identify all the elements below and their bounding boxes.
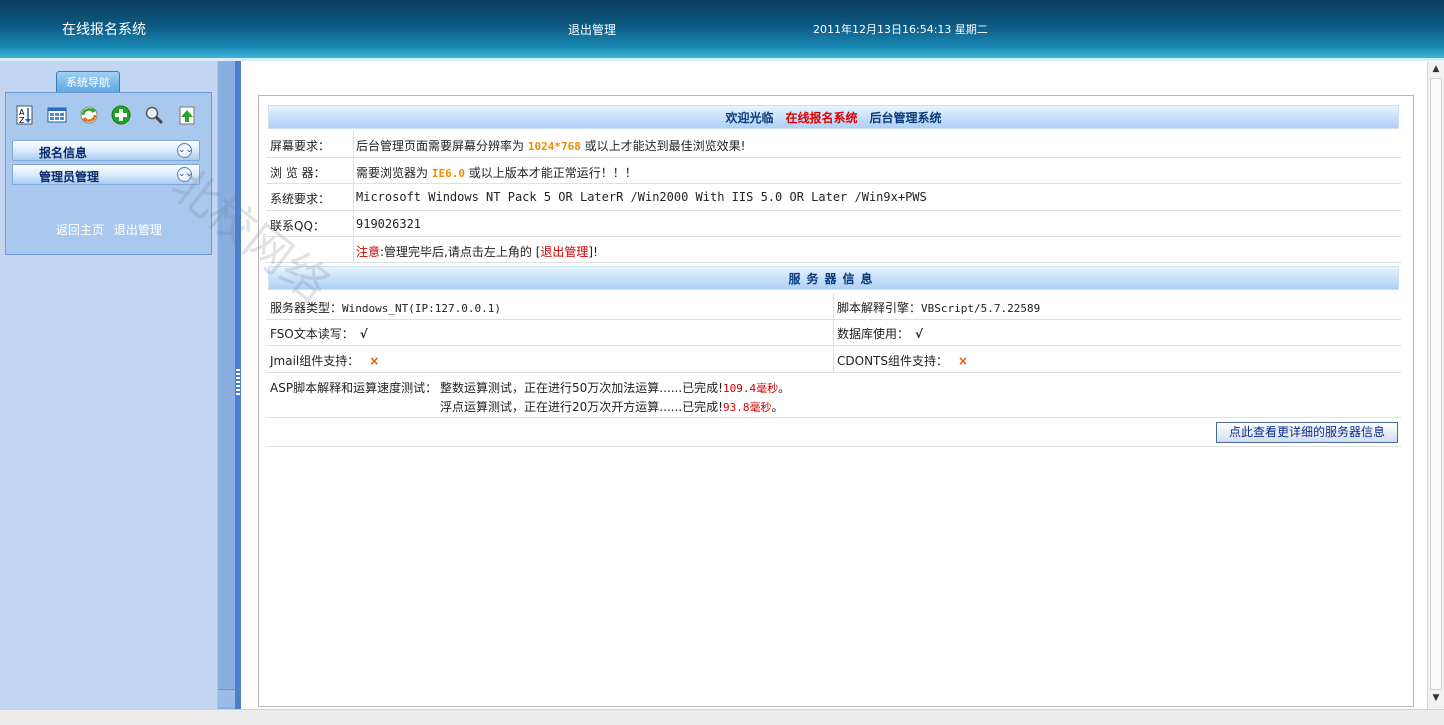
status-bar <box>0 709 1444 725</box>
note-row: 注意:管理完毕后,请点击左上角的 [退出管理]! <box>266 237 1401 263</box>
check-icon: √ <box>915 327 924 341</box>
db-label: 数据库使用： <box>837 327 910 341</box>
float-test: 浮点运算测试，正在进行20万次开方运算......已完成!93.8毫秒。 <box>440 398 783 415</box>
sidebar-links: 返回主页 退出管理 <box>56 221 168 238</box>
db-support: 数据库使用： √ <box>837 325 923 342</box>
system-label: 系统要求： <box>270 192 331 206</box>
menu-admin-manage-label: 管理员管理 <box>39 170 100 184</box>
menu-signup-info-label: 报名信息 <box>39 146 88 160</box>
cross-icon: × <box>369 354 380 368</box>
float-test-text: 浮点运算测试，正在进行20万次开方运算......已完成! <box>440 400 723 414</box>
int-test: 整数运算测试，正在进行50万次加法运算......已完成!109.4毫秒。 <box>440 379 790 396</box>
server-caption: 服务器信息 <box>268 266 1399 290</box>
system-value: Microsoft Windows NT Pack 5 OR LaterR /W… <box>356 190 927 204</box>
sidebar-scroll-strip[interactable] <box>217 61 236 709</box>
app-title: 在线报名系统 <box>62 22 146 38</box>
int-test-time: 109.4毫秒 <box>722 382 779 395</box>
svg-text:Z: Z <box>19 116 25 125</box>
chevron-down-icon[interactable]: ⌄⌄ <box>177 167 193 182</box>
fso-label: FSO文本读写： <box>270 327 354 341</box>
browser-row: 浏 览 器： 需要浏览器为 IE6.0 或以上版本才能正常运行！！！ <box>266 158 1401 184</box>
jmail-support: Jmail组件支持： × <box>270 352 379 369</box>
qq-value: 919026321 <box>356 217 422 231</box>
nav-toolbar: AZ <box>10 104 200 130</box>
script-engine: 脚本解释引擎：VBScript/5.7.22589 <box>837 299 1040 316</box>
screen-post: 或以上才能达到最佳浏览效果! <box>584 139 746 153</box>
server-type: 服务器类型：Windows_NT(IP:127.0.0.1) <box>270 299 501 316</box>
main-scrollbar[interactable]: ▲ ▼ <box>1427 61 1444 709</box>
header-datetime: 2011年12月13日16:54:13 星期二 <box>813 23 988 36</box>
float-test-period: 。 <box>771 400 784 414</box>
cdonts-label: CDONTS组件支持： <box>837 354 948 368</box>
scroll-down-icon[interactable]: ▼ <box>1431 693 1441 703</box>
int-test-text: 整数运算测试，正在进行50万次加法运算......已完成! <box>440 381 723 395</box>
sidebar-scroll-cap[interactable] <box>218 689 236 707</box>
welcome-system: 在线报名系统 <box>785 111 858 125</box>
screen-label: 屏幕要求： <box>270 139 331 153</box>
screen-row: 屏幕要求： 后台管理页面需要屏幕分辨率为 1024*768 或以上才能达到最佳浏… <box>266 131 1401 158</box>
float-test-time: 93.8毫秒 <box>722 401 772 414</box>
server-column-divider <box>833 293 834 373</box>
refresh-icon[interactable] <box>78 104 100 126</box>
qq-label: 联系QQ： <box>270 219 325 233</box>
browser-post: 或以上版本才能正常运行！！！ <box>468 166 637 180</box>
search-icon[interactable] <box>143 104 165 126</box>
grid-icon[interactable] <box>46 104 68 126</box>
cross-icon: × <box>958 354 969 368</box>
screen-value: 后台管理页面需要屏幕分辨率为 1024*768 或以上才能达到最佳浏览效果! <box>356 137 745 154</box>
scroll-up-icon[interactable]: ▲ <box>1431 64 1441 74</box>
top-header: 在线报名系统 退出管理 2011年12月13日16:54:13 星期二 <box>0 0 1444 58</box>
welcome-suffix: 后台管理系统 <box>869 111 942 125</box>
script-engine-label: 脚本解释引擎： <box>837 301 922 315</box>
browser-pre: 需要浏览器为 <box>356 166 429 180</box>
server-type-value: Windows_NT(IP:127.0.0.1) <box>342 302 501 315</box>
splitter-grip[interactable] <box>236 369 240 397</box>
note-post: ]! <box>588 245 598 259</box>
server-detail-button[interactable]: 点此查看更详细的服务器信息 <box>1216 422 1398 443</box>
note-label: 注意 <box>356 245 381 259</box>
info-column-divider <box>353 131 354 263</box>
note-pre: :管理完毕后,请点击左上角的 [ <box>380 245 541 259</box>
nav-tab[interactable]: 系统导航 <box>56 71 120 93</box>
jmail-label: Jmail组件支持： <box>270 354 360 368</box>
sidebar-logout-link[interactable]: 退出管理 <box>114 223 162 237</box>
home-link[interactable]: 返回主页 <box>56 223 104 237</box>
welcome-caption: 欢迎光临 在线报名系统 后台管理系统 <box>268 105 1399 129</box>
menu-signup-info[interactable]: 报名信息 ⌄⌄ <box>12 140 200 161</box>
add-icon[interactable] <box>110 104 132 126</box>
server-type-label: 服务器类型： <box>270 301 343 315</box>
browser-value: 需要浏览器为 IE6.0 或以上版本才能正常运行！！！ <box>356 164 637 181</box>
qq-row: 联系QQ： 919026321 <box>266 211 1401 237</box>
browser-version: IE6.0 <box>431 167 465 180</box>
browser-label: 浏 览 器： <box>270 166 326 180</box>
header-logout-link[interactable]: 退出管理 <box>568 21 616 38</box>
screen-resolution: 1024*768 <box>527 140 581 153</box>
fso-support: FSO文本读写： √ <box>270 325 368 342</box>
upload-icon[interactable] <box>176 104 198 126</box>
system-row: 系统要求： Microsoft Windows NT Pack 5 OR Lat… <box>266 184 1401 211</box>
scroll-thumb[interactable] <box>1430 78 1442 690</box>
note-text: 注意:管理完毕后,请点击左上角的 [退出管理]! <box>356 243 598 260</box>
screen-pre: 后台管理页面需要屏幕分辨率为 <box>356 139 525 153</box>
cdonts-support: CDONTS组件支持： × <box>837 352 968 369</box>
int-test-period: 。 <box>778 381 791 395</box>
note-logout-link[interactable]: 退出管理 <box>540 245 588 259</box>
menu-admin-manage[interactable]: 管理员管理 ⌄⌄ <box>12 164 200 185</box>
speed-label: ASP脚本解释和运算速度测试： <box>270 381 438 395</box>
welcome-prefix: 欢迎光临 <box>725 111 774 125</box>
chevron-down-icon[interactable]: ⌄⌄ <box>177 143 193 158</box>
sort-az-icon[interactable]: AZ <box>14 104 36 126</box>
script-engine-value: VBScript/5.7.22589 <box>921 302 1041 315</box>
check-icon: √ <box>359 327 368 341</box>
